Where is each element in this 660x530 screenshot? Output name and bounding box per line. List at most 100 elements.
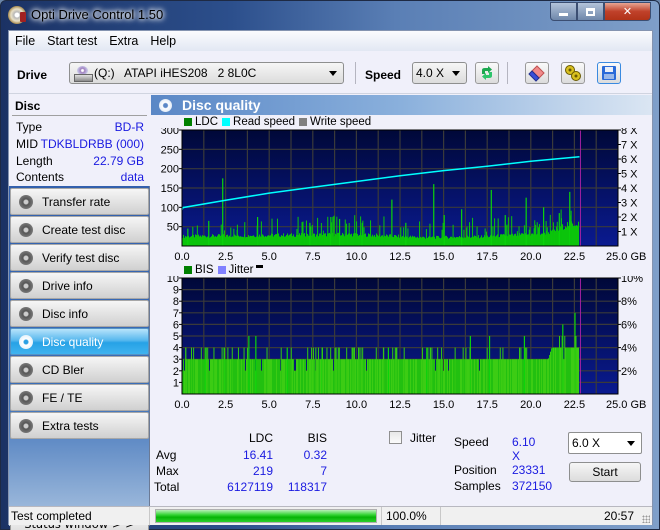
data-bar <box>406 359 408 394</box>
data-bar <box>418 359 420 394</box>
settings-button[interactable] <box>561 62 585 84</box>
menu-extra[interactable]: Extra <box>103 34 144 48</box>
menu-help[interactable]: Help <box>144 34 182 48</box>
minimize-button[interactable] <box>550 2 577 21</box>
nav-extra-tests[interactable]: Extra tests <box>10 412 149 439</box>
data-bar <box>247 237 249 246</box>
data-bar-spike <box>317 217 319 246</box>
data-bar <box>265 359 267 394</box>
erase-button[interactable] <box>525 62 549 84</box>
data-bar <box>335 233 337 246</box>
data-bar-spike <box>523 336 526 394</box>
data-bar <box>567 347 569 394</box>
resize-grip[interactable] <box>642 515 650 523</box>
x-tick-label: 7.5 <box>305 251 320 263</box>
data-bar <box>225 359 227 394</box>
data-bar <box>458 359 460 394</box>
legend-bis: BIS <box>195 264 214 276</box>
data-bar <box>359 234 361 246</box>
speed-select[interactable]: 4.0 X <box>412 62 467 84</box>
disc-icon <box>19 194 33 209</box>
title-bar[interactable]: Opti Drive Control 1.50 ✕ <box>1 1 659 29</box>
nav-create-test-disc[interactable]: Create test disc <box>10 216 149 243</box>
data-bar <box>277 359 279 394</box>
data-bar <box>450 236 452 246</box>
test-speed-select[interactable]: 6.0 X <box>568 432 642 454</box>
y2-tick-label: 6% <box>621 319 637 331</box>
nav-disc-info[interactable]: Disc info <box>10 300 149 327</box>
nav-verify-test-disc[interactable]: Verify test disc <box>10 244 149 271</box>
data-bar-spike <box>309 222 311 246</box>
data-bar <box>396 235 398 246</box>
data-bar <box>445 235 447 246</box>
save-button[interactable] <box>597 62 621 84</box>
refresh-button[interactable] <box>475 62 499 84</box>
panel-title: Disc quality <box>182 97 261 113</box>
data-bar-spike <box>315 347 317 394</box>
data-bar <box>444 359 446 394</box>
menu-file[interactable]: File <box>9 34 41 48</box>
stats-max-bis: 7 <box>320 464 327 478</box>
data-bar <box>288 359 290 394</box>
data-bar <box>395 235 397 246</box>
stats-header-ldc: LDC <box>248 431 273 445</box>
nav-disc-quality[interactable]: Disc quality <box>10 328 149 355</box>
data-bar <box>292 359 294 394</box>
write-speed-legend-swatch <box>299 118 308 126</box>
refresh-icon <box>482 66 492 80</box>
jitter-checkbox[interactable] <box>389 431 402 444</box>
data-bar-spike <box>327 216 329 246</box>
y2-tick-label: 5 X <box>621 169 638 181</box>
data-bar <box>226 235 228 246</box>
maximize-button[interactable] <box>577 2 604 21</box>
y2-tick-label: 4 X <box>621 183 638 195</box>
data-bar <box>211 236 213 246</box>
data-bar <box>298 359 300 394</box>
drive-select[interactable]: (Q:) ATAPI iHES208 2 8L0C <box>69 62 344 84</box>
x-tick-label: 2.5 <box>218 251 233 263</box>
y-tick-label: 150 <box>161 183 179 195</box>
data-bar-spike <box>360 347 362 394</box>
data-bar <box>344 359 346 394</box>
data-bar <box>316 234 318 246</box>
nav-fe-te[interactable]: FE / TE <box>10 384 149 411</box>
position-value: 23331 <box>512 463 546 477</box>
data-bar <box>329 359 331 394</box>
data-bar-spike <box>555 226 557 246</box>
data-bar <box>366 370 368 394</box>
nav-transfer-rate[interactable]: Transfer rate <box>10 188 149 215</box>
data-bar <box>516 359 518 394</box>
data-bar-spike <box>237 347 239 394</box>
data-bar <box>313 233 315 246</box>
nav-cd-bler[interactable]: CD Bler <box>10 356 149 383</box>
data-bar <box>189 359 191 394</box>
start-button[interactable]: Start <box>569 462 641 482</box>
data-bar <box>227 234 229 246</box>
data-bar <box>535 359 537 394</box>
data-bar <box>200 235 202 246</box>
data-bar <box>565 226 567 246</box>
data-bar <box>260 359 262 394</box>
data-bar <box>417 236 419 246</box>
data-bar <box>243 237 245 246</box>
data-bar <box>551 348 553 394</box>
y-tick-label: 4 <box>173 343 179 355</box>
data-bar-spike <box>276 218 278 246</box>
menu-start-test[interactable]: Start test <box>41 34 103 48</box>
nav-drive-info[interactable]: Drive info <box>10 272 149 299</box>
app-window: Opti Drive Control 1.50 ✕ File Start tes… <box>0 0 660 530</box>
data-bar <box>434 359 436 394</box>
data-bar <box>328 359 330 394</box>
data-bar <box>239 359 241 394</box>
divider <box>12 115 147 116</box>
data-bar <box>404 237 406 246</box>
data-bar <box>207 236 209 246</box>
data-bar-spike <box>441 229 443 246</box>
data-bar <box>209 370 211 394</box>
data-bar <box>185 236 187 246</box>
data-bar <box>387 235 389 246</box>
nav-label: Extra tests <box>42 418 99 433</box>
disc-icon <box>19 362 33 377</box>
data-bar <box>378 236 380 246</box>
close-button[interactable]: ✕ <box>604 2 651 21</box>
